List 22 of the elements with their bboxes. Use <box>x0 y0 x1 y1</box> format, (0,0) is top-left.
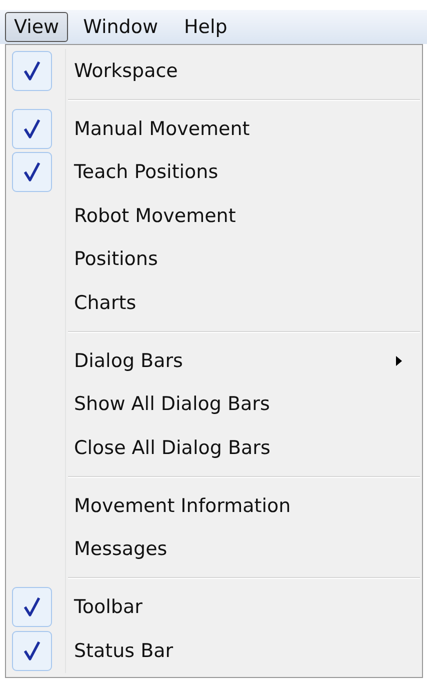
checkmark-icon <box>12 587 52 628</box>
menu-item[interactable]: Show All Dialog Bars <box>66 393 270 416</box>
menu-item[interactable]: Toolbar <box>66 596 142 618</box>
menu-item[interactable]: Manual Movement <box>66 118 250 140</box>
menu-bar-item[interactable]: View <box>5 12 68 42</box>
menu-item[interactable]: Movement Information <box>66 494 291 517</box>
menu-bar-item[interactable]: Help <box>173 12 238 42</box>
menu-item[interactable]: Charts <box>66 292 136 314</box>
menu-item[interactable]: Positions <box>66 248 158 270</box>
checkmark-icon <box>12 50 52 91</box>
menu-item[interactable]: Status Bar <box>66 640 174 662</box>
menu-bar-item[interactable]: Window <box>72 12 170 42</box>
menu-item[interactable]: Workspace <box>66 60 178 82</box>
menu-item[interactable]: Teach Positions <box>66 161 218 184</box>
menu-item[interactable]: Close All Dialog Bars <box>66 436 270 459</box>
submenu-arrow-icon <box>396 356 402 366</box>
menu-item[interactable]: Messages <box>66 538 168 560</box>
checkmark-icon <box>12 108 52 149</box>
menu-item[interactable]: Robot Movement <box>66 204 236 227</box>
checkmark-icon <box>12 630 52 671</box>
checkmark-icon <box>12 152 52 192</box>
menu-item[interactable]: Dialog Bars <box>66 350 183 372</box>
